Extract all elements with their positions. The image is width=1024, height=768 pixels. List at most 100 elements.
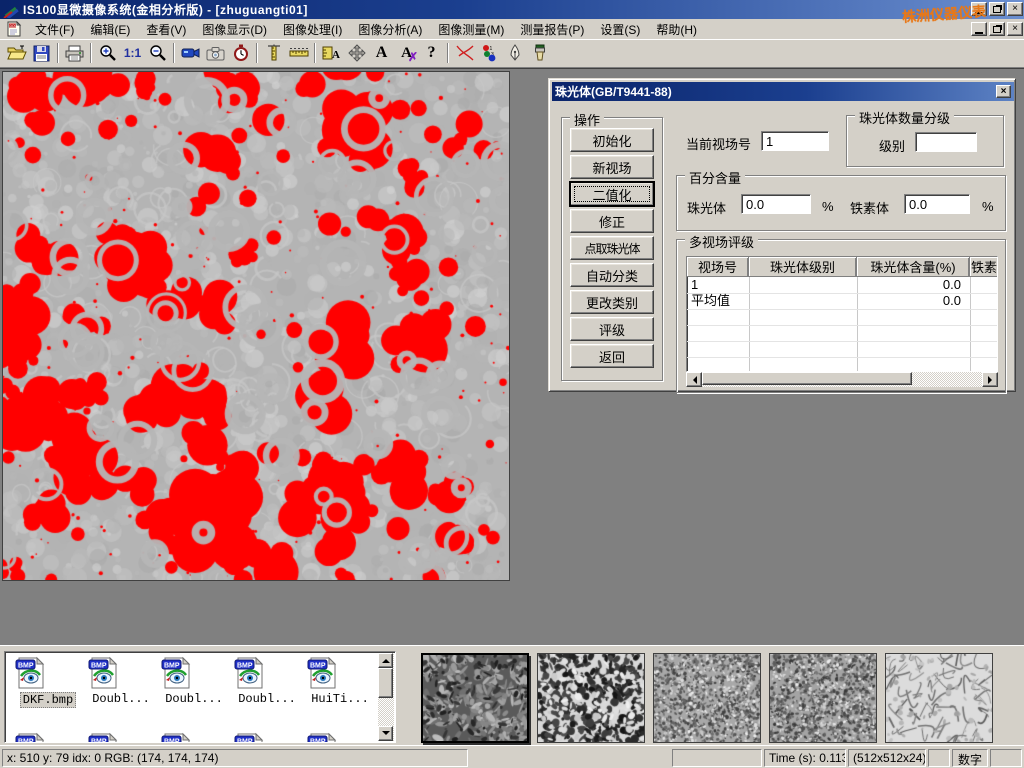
metallographic-image[interactable] <box>2 71 510 581</box>
col-header-ferrite[interactable]: 铁素 <box>970 257 998 277</box>
menu-measure-report[interactable]: 测量报告(P) <box>513 19 591 40</box>
video-capture-icon[interactable] <box>178 41 203 65</box>
pick-pearlite-button[interactable]: 点取珠光体 <box>570 236 654 260</box>
col-header-level[interactable]: 珠光体级别 <box>749 257 857 277</box>
actual-size-icon[interactable]: 1:1 <box>120 41 145 65</box>
file-item[interactable]: BMP <box>13 732 83 743</box>
phase-classify-icon[interactable]: 13 <box>477 41 502 65</box>
menu-image-display[interactable]: 图像显示(D) <box>195 19 274 40</box>
scroll-right-button[interactable] <box>982 372 998 387</box>
file-name[interactable]: Doubl... <box>90 692 152 706</box>
file-name[interactable]: Doubl... <box>163 692 225 706</box>
binarize-button[interactable]: 二值化 <box>570 182 654 206</box>
menu-image-measure[interactable]: 图像测量(M) <box>431 19 511 40</box>
current-field-input[interactable] <box>761 131 829 151</box>
scroll-up-button[interactable] <box>378 653 393 668</box>
file-browser[interactable]: BMP DKF.bmp BMP Doubl... BMP Doubl... BM… <box>4 651 396 743</box>
child-close-button[interactable]: × <box>1007 22 1023 36</box>
dialog-close-button[interactable]: × <box>996 85 1011 98</box>
menu-file[interactable]: 文件(F) <box>28 19 81 40</box>
level-input[interactable] <box>915 132 977 152</box>
table-row-field[interactable]: 1 <box>691 277 698 293</box>
move-tool-icon[interactable] <box>344 41 369 65</box>
caliper-measure-icon[interactable] <box>261 41 286 65</box>
zoom-out-icon[interactable] <box>145 41 170 65</box>
table-grid-line <box>687 325 997 326</box>
file-item[interactable]: BMP Doubl... <box>159 656 229 706</box>
file-list-scrollbar[interactable] <box>378 653 394 741</box>
open-file-icon[interactable] <box>4 41 29 65</box>
menu-help[interactable]: 帮助(H) <box>649 19 704 40</box>
file-name[interactable]: HuiTi... <box>309 692 371 706</box>
zoom-in-icon[interactable] <box>95 41 120 65</box>
curve-tool-icon[interactable] <box>452 41 477 65</box>
print-icon[interactable] <box>62 41 87 65</box>
menu-edit[interactable]: 编辑(E) <box>83 19 137 40</box>
auto-classify-button[interactable]: 自动分类 <box>570 263 654 287</box>
bmp-file-icon: BMP <box>86 732 120 743</box>
pearlite-percent-input[interactable] <box>741 194 811 214</box>
scroll-track[interactable] <box>702 372 982 387</box>
file-item[interactable]: BMP DKF.bmp <box>13 656 83 708</box>
initialize-button[interactable]: 初始化 <box>570 128 654 152</box>
help-icon[interactable]: ? <box>419 41 444 65</box>
file-item[interactable]: BMP <box>305 732 375 743</box>
scroll-thumb[interactable] <box>378 668 393 698</box>
brush-tool-icon[interactable] <box>527 41 552 65</box>
scroll-left-button[interactable] <box>686 372 702 387</box>
correct-button[interactable]: 修正 <box>570 209 654 233</box>
table-row-content[interactable]: 0.0 <box>857 277 961 293</box>
stopwatch-icon[interactable] <box>228 41 253 65</box>
svg-text:A: A <box>332 49 340 61</box>
scale-calibrate-icon[interactable]: A <box>319 41 344 65</box>
svg-text:BMP: BMP <box>237 663 253 670</box>
thumbnail-image[interactable] <box>653 653 761 743</box>
col-header-content[interactable]: 珠光体含量(%) <box>857 257 970 277</box>
file-name[interactable]: DKF.bmp <box>20 692 76 708</box>
save-icon[interactable] <box>29 41 54 65</box>
bmp-file-icon: BMP <box>232 656 266 690</box>
grade-button[interactable]: 评级 <box>570 317 654 341</box>
bmp-file-icon: BMP <box>13 732 47 743</box>
file-item[interactable]: BMP Doubl... <box>86 656 156 706</box>
pen-tool-icon[interactable] <box>502 41 527 65</box>
thumbnail-image[interactable] <box>769 653 877 743</box>
menu-view[interactable]: 查看(V) <box>139 19 193 40</box>
status-blank-panel <box>928 749 950 767</box>
ruler-measure-icon[interactable] <box>286 41 311 65</box>
col-header-field[interactable]: 视场号 <box>687 257 749 277</box>
file-item[interactable]: BMP <box>232 732 302 743</box>
menu-image-analysis[interactable]: 图像分析(A) <box>351 19 429 40</box>
table-grid-line <box>687 357 997 358</box>
table-row-content[interactable]: 0.0 <box>857 293 961 309</box>
thumbnail-image[interactable] <box>421 653 529 743</box>
grade-table[interactable]: 视场号 珠光体级别 珠光体含量(%) 铁素 1 0.0 平均值 0.0 <box>686 256 998 372</box>
text-annotate-icon[interactable]: A <box>369 41 394 65</box>
change-class-button[interactable]: 更改类别 <box>570 290 654 314</box>
text-delete-icon[interactable]: A✗ <box>394 41 419 65</box>
menu-settings[interactable]: 设置(S) <box>593 19 647 40</box>
child-minimize-button[interactable] <box>971 22 987 36</box>
scroll-thumb[interactable] <box>702 372 912 385</box>
table-row-field[interactable]: 平均值 <box>691 293 730 309</box>
pearlite-dialog: 珠光体(GB/T9441-88) × 操作 初始化 新视场 二值化 修正 点取珠… <box>548 78 1016 392</box>
svg-text:DOC: DOC <box>10 24 18 28</box>
ferrite-percent-input[interactable] <box>904 194 970 214</box>
table-horizontal-scrollbar[interactable] <box>686 372 998 387</box>
scroll-down-button[interactable] <box>378 726 393 741</box>
file-item[interactable]: BMP Doubl... <box>232 656 302 706</box>
thumbnail-image[interactable] <box>885 653 993 743</box>
file-item[interactable]: BMP HuiTi... <box>305 656 375 706</box>
camera-capture-icon[interactable] <box>203 41 228 65</box>
menu-image-process[interactable]: 图像处理(I) <box>276 19 349 40</box>
file-item[interactable]: BMP <box>159 732 229 743</box>
thumbnail-image[interactable] <box>537 653 645 743</box>
new-field-button[interactable]: 新视场 <box>570 155 654 179</box>
bmp-file-icon: BMP <box>13 656 47 690</box>
file-item[interactable]: BMP <box>86 732 156 743</box>
child-restore-button[interactable] <box>989 22 1005 36</box>
file-name[interactable]: Doubl... <box>236 692 298 706</box>
return-button[interactable]: 返回 <box>570 344 654 368</box>
window-close-button[interactable]: × <box>1007 2 1023 16</box>
window-restore-button[interactable] <box>989 2 1005 16</box>
